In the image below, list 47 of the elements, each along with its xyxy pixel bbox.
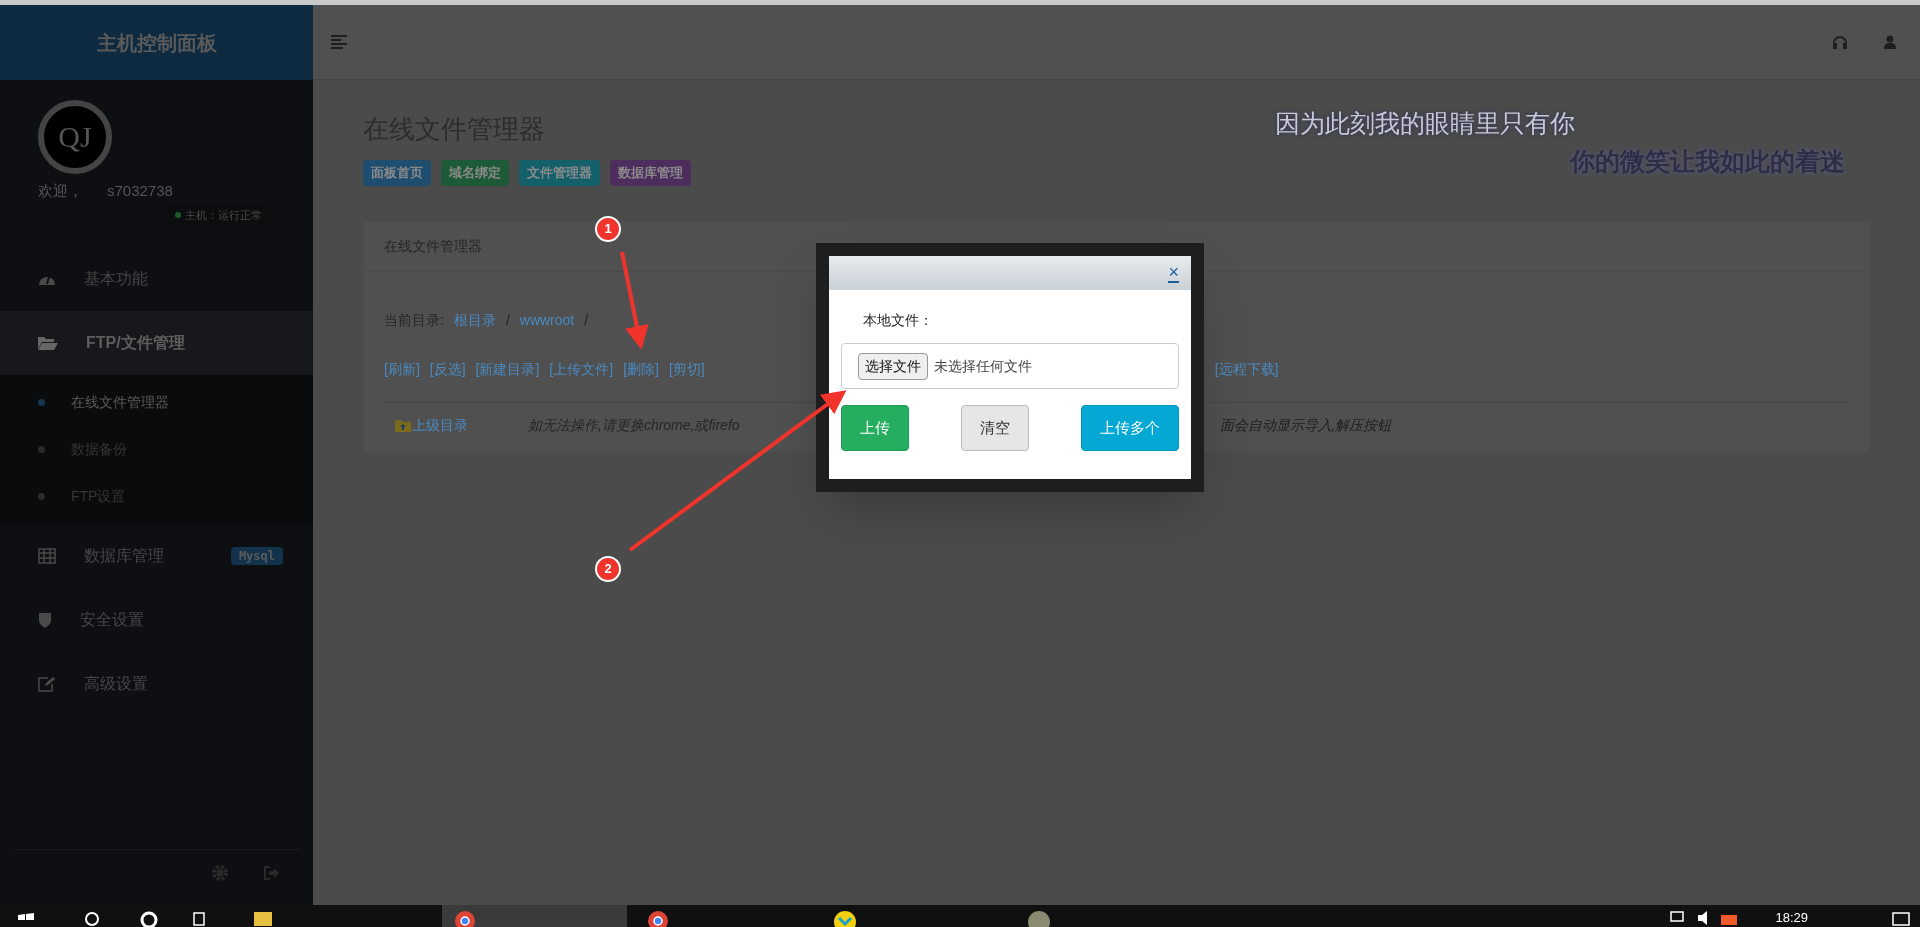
mysql-badge: Mysql (230, 547, 283, 565)
shield-icon (38, 612, 52, 628)
dialog-button[interactable]: 清空 (961, 405, 1029, 451)
path-link[interactable]: 根目录 (453, 309, 496, 331)
edit-icon (38, 676, 56, 692)
no-file-text: 未选择任何文件 (934, 356, 1032, 376)
shortcut-tag[interactable]: 数据库管理 (610, 160, 691, 186)
close-button[interactable]: × (1168, 263, 1179, 283)
clock-time: 18:29 (1775, 911, 1808, 924)
choose-file-button[interactable]: 选择文件 (858, 352, 928, 380)
welcome-text: 欢迎， (38, 181, 83, 201)
username: s7032738 (107, 181, 173, 201)
field-label: 本地文件： (862, 311, 934, 330)
action-link[interactable]: [远程下载] (1214, 358, 1279, 380)
chrome-icon (454, 910, 476, 927)
brand-header: 主机控制面板 (0, 5, 313, 80)
search-icon[interactable] (84, 911, 100, 927)
chrome-icon (647, 910, 669, 927)
taskbar-item[interactable] (442, 905, 627, 927)
parent-dir-link[interactable]: 上级目录 (412, 414, 468, 436)
app-icon[interactable] (833, 910, 857, 927)
path-separator: / (584, 310, 589, 330)
table-icon (38, 548, 56, 564)
action-link[interactable]: [删除] (623, 358, 659, 380)
notification-icon[interactable] (1892, 911, 1910, 927)
shortcut-tag[interactable]: 面板首页 (363, 160, 431, 186)
app-icon[interactable] (1027, 910, 1051, 927)
avatar: QJ (38, 100, 112, 174)
quote-line: 因为此刻我的眼睛里只有你 (1275, 108, 1575, 140)
action-link[interactable]: [反选] (429, 358, 466, 380)
action-link[interactable]: [刷新] (384, 358, 420, 380)
network-icon (1670, 911, 1685, 925)
dialog-button[interactable]: 上传 (841, 405, 909, 451)
submenu-item[interactable]: 在线文件管理器 (0, 379, 313, 426)
path-link[interactable]: wwwroot (519, 309, 575, 331)
action-link[interactable]: [上传文件] (549, 358, 614, 380)
file-input-field[interactable]: 选择文件 未选择任何文件 (841, 343, 1179, 389)
shortcut-tag[interactable]: 文件管理器 (519, 160, 600, 186)
dialog-button[interactable]: 上传多个 (1081, 405, 1179, 451)
volume-icon (1698, 911, 1708, 925)
path-separator: / (505, 310, 510, 330)
action-link[interactable]: [剪切] (668, 358, 705, 380)
shortcut-tag[interactable]: 域名绑定 (441, 160, 509, 186)
folder-up-icon (394, 417, 412, 433)
sidebar-item[interactable]: FTP/文件管理 (0, 311, 313, 375)
action-link[interactable]: [新建目录] (475, 358, 540, 380)
folder-icon (38, 336, 58, 350)
